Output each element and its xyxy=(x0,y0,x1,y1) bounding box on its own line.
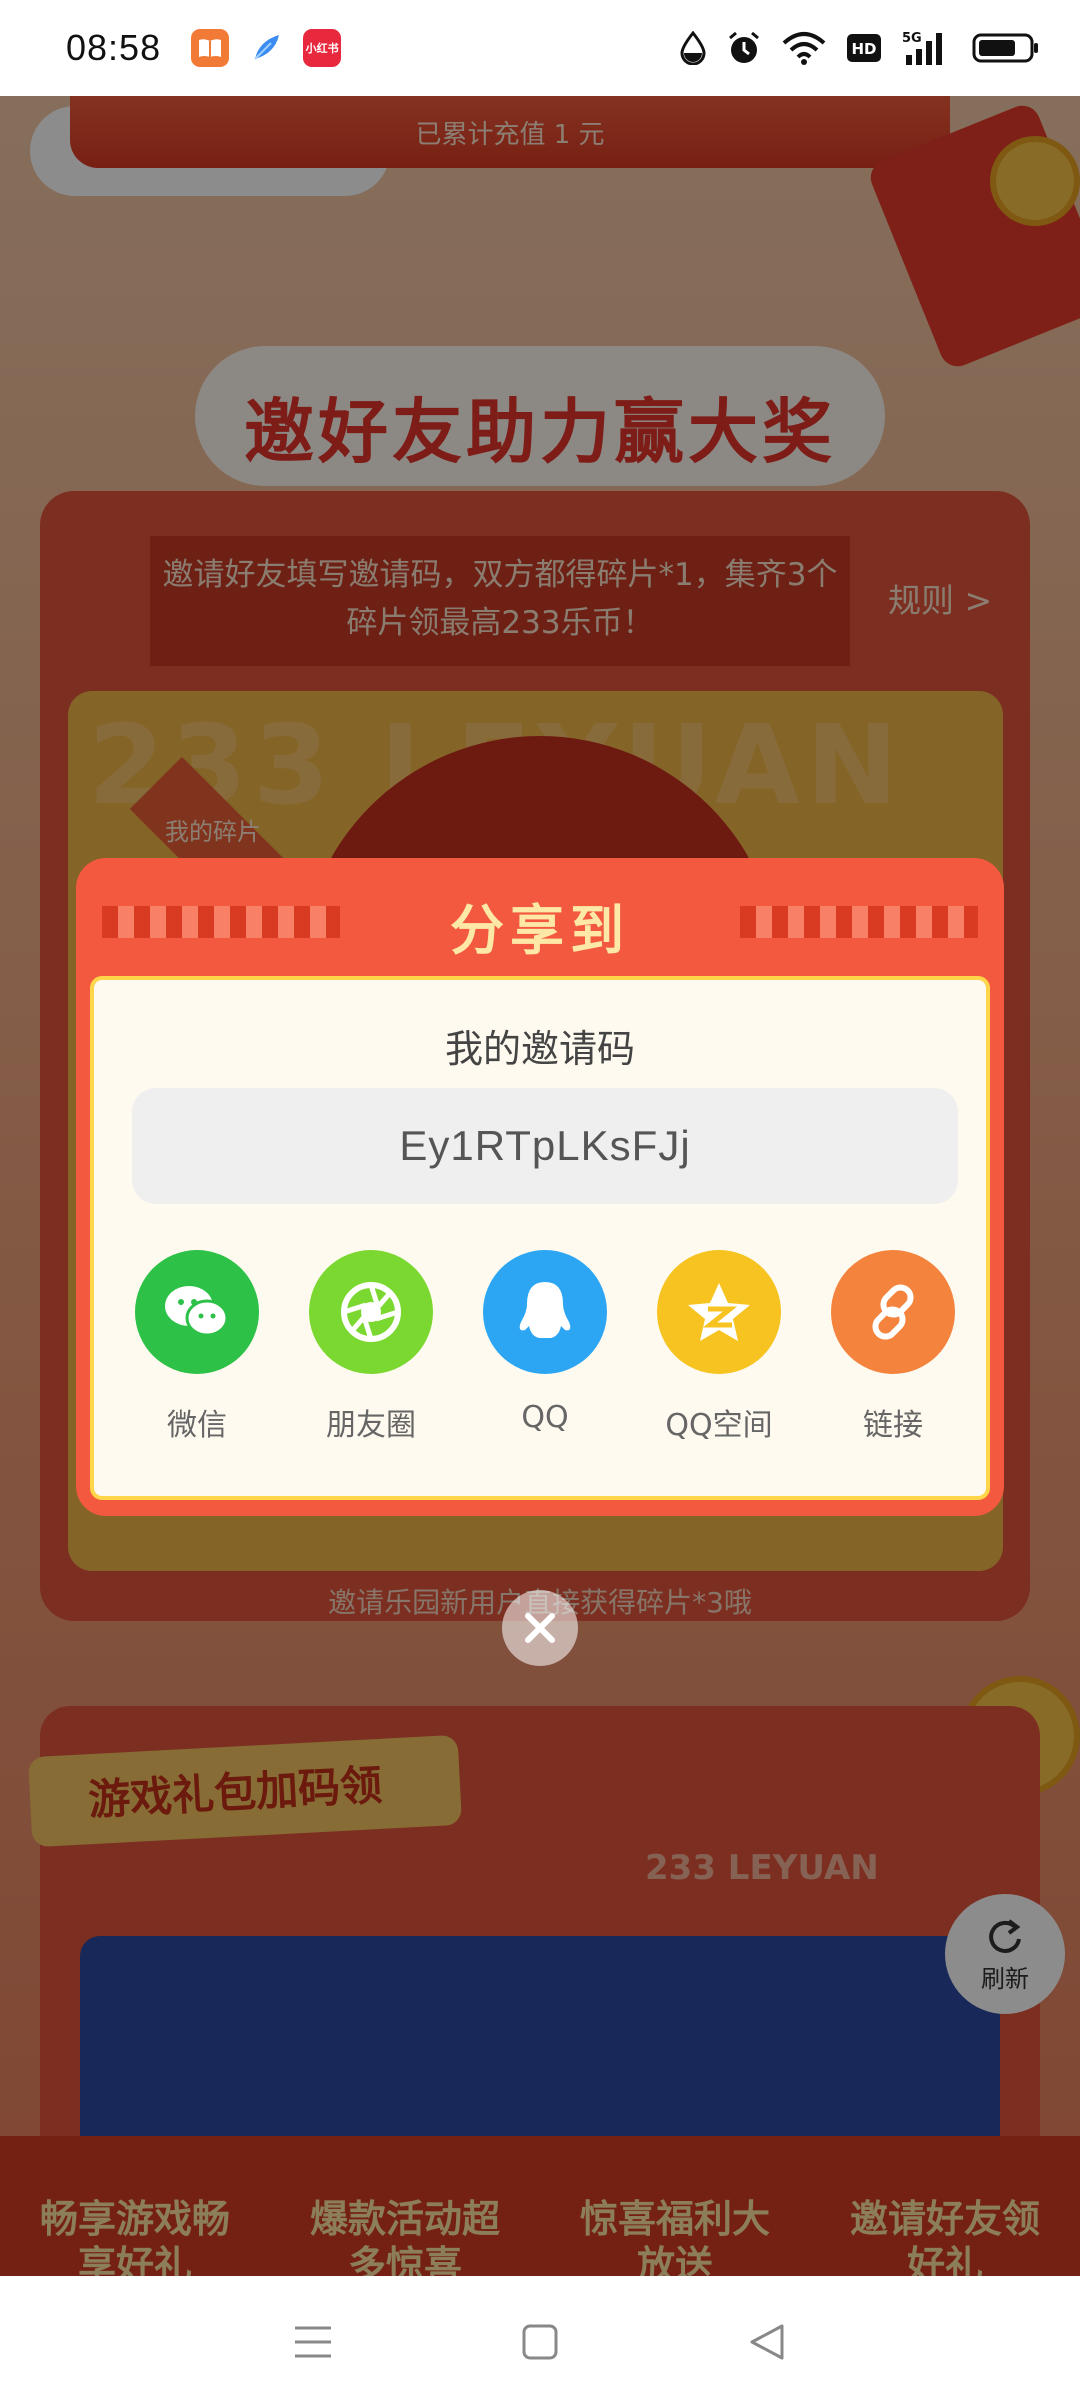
share-qq[interactable]: QQ xyxy=(480,1250,610,1444)
status-bar: 08:58 小红书 HD 5G xyxy=(0,0,1080,96)
share-label: 微信 xyxy=(167,1408,227,1443)
qzone-icon xyxy=(657,1250,781,1374)
signal-5g-icon: 5G xyxy=(902,29,952,67)
wechat-icon xyxy=(135,1250,259,1374)
menu-icon xyxy=(295,2326,332,2358)
svg-text:5G: 5G xyxy=(902,31,922,46)
back-triangle-icon xyxy=(750,2324,784,2360)
share-label: QQ空间 xyxy=(665,1408,773,1443)
home-square-icon xyxy=(522,2324,558,2360)
xiaohongshu-app-icon: 小红书 xyxy=(303,29,342,67)
share-moments[interactable]: 朋友圈 xyxy=(306,1250,436,1444)
link-icon xyxy=(831,1250,955,1374)
share-dialog: 分享到 我的邀请码 Ey1RTpLKsFJj 微信 朋友圈 QQ QQ空间 链接 xyxy=(76,858,1004,1516)
feather-app-icon xyxy=(247,29,285,67)
status-icons: HD 5G xyxy=(680,29,1040,67)
invite-code-box[interactable]: Ey1RTpLKsFJj xyxy=(132,1088,958,1204)
invite-code-label: 我的邀请码 xyxy=(444,1027,635,1071)
water-drop-icon xyxy=(680,31,706,65)
share-options: 微信 朋友圈 QQ QQ空间 链接 xyxy=(132,1250,958,1444)
share-wechat[interactable]: 微信 xyxy=(132,1250,262,1444)
system-nav-bar xyxy=(0,2276,1080,2408)
share-label: 朋友圈 xyxy=(326,1408,416,1443)
reader-app-icon xyxy=(191,29,230,67)
dialog-content: 我的邀请码 Ey1RTpLKsFJj 微信 朋友圈 QQ QQ空间 链接 xyxy=(90,976,990,1500)
menu-nav-button[interactable] xyxy=(273,2302,353,2382)
qq-icon xyxy=(483,1250,607,1374)
moments-icon xyxy=(309,1250,433,1374)
wifi-icon xyxy=(782,31,826,65)
share-label: 链接 xyxy=(863,1408,923,1443)
share-qzone[interactable]: QQ空间 xyxy=(654,1250,784,1444)
close-icon xyxy=(525,1613,555,1643)
share-label: QQ xyxy=(521,1400,569,1435)
svg-text:HD: HD xyxy=(851,40,876,58)
home-nav-button[interactable] xyxy=(500,2302,580,2382)
battery-icon xyxy=(972,32,1040,64)
close-dialog-button[interactable] xyxy=(502,1590,578,1666)
dialog-title: 分享到 xyxy=(450,899,630,962)
invite-code-value: Ey1RTpLKsFJj xyxy=(399,1122,691,1169)
back-nav-button[interactable] xyxy=(727,2302,807,2382)
status-time: 08:58 xyxy=(66,27,162,68)
notification-app-icons: 小红书 xyxy=(191,29,342,67)
share-link[interactable]: 链接 xyxy=(828,1250,958,1444)
alarm-icon xyxy=(726,30,762,66)
hd-icon: HD xyxy=(846,33,882,63)
